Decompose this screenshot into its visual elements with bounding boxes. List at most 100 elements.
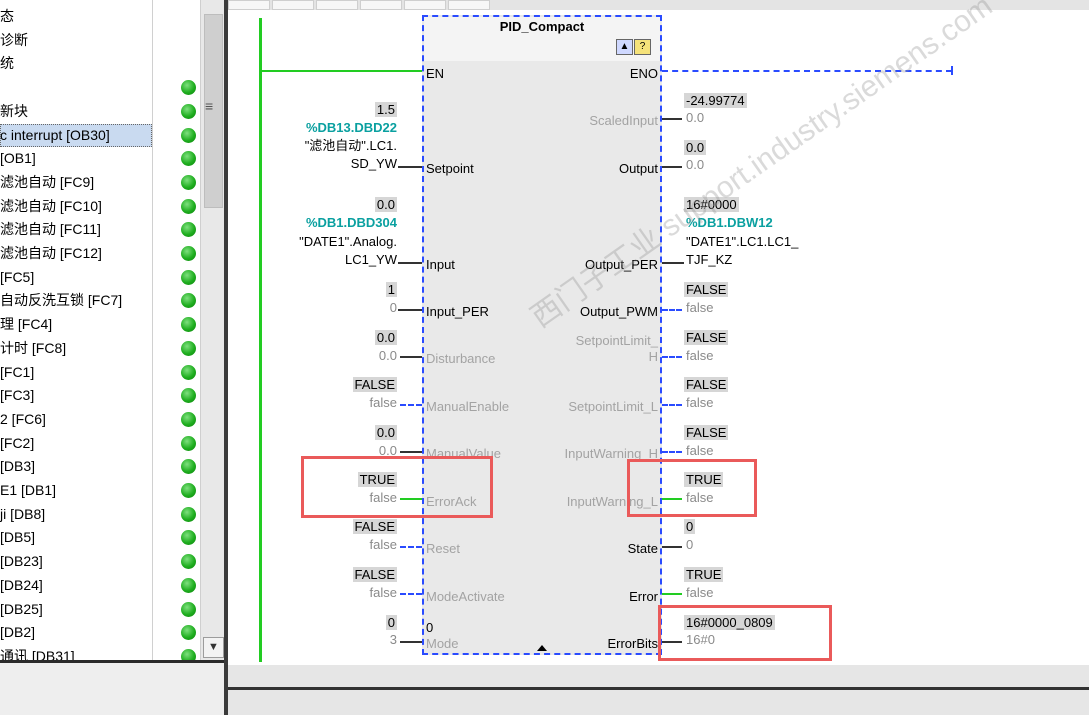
toolbar-button-5[interactable] xyxy=(404,0,446,10)
status-ok-icon xyxy=(181,151,196,166)
toolbar-button-2[interactable] xyxy=(272,0,314,10)
tree-item[interactable]: 自动反洗互锁 [FC7] xyxy=(0,289,152,312)
setpoint-address: %DB13.DBD22 xyxy=(305,120,397,135)
input-warning-h-wire xyxy=(662,451,682,453)
error-current: false xyxy=(686,585,714,600)
status-ok-icon xyxy=(181,412,196,427)
tree-item[interactable]: [DB3] xyxy=(0,455,152,478)
input-symbol-1: "DATE1".Analog. xyxy=(299,234,397,249)
pin-input-per: Input_PER xyxy=(426,304,489,319)
input-address: %DB1.DBD304 xyxy=(305,215,397,230)
input-per-wire xyxy=(398,309,422,311)
tree-item[interactable]: [DB23] xyxy=(0,550,152,573)
toolbar-button-4[interactable] xyxy=(360,0,402,10)
project-tree: 态诊断统新块 c interrupt [OB30] [OB1] 滤池自动 [FC9]… xyxy=(0,0,226,715)
tree-item[interactable]: 计时 [FC8] xyxy=(0,337,152,360)
highlight-input-warning-l xyxy=(627,459,757,517)
tree-item[interactable]: [FC1] xyxy=(0,361,152,384)
sp-limit-l-wire xyxy=(662,404,682,406)
pin-scaled-input: ScaledInput xyxy=(589,113,658,128)
pin-error: Error xyxy=(629,589,658,604)
tree-item[interactable]: ji [DB8] xyxy=(0,503,152,526)
tree-item[interactable]: [DB2] xyxy=(0,621,152,644)
tree-item[interactable]: 滤池自动 [FC12] xyxy=(0,242,152,265)
en-wire xyxy=(262,70,422,72)
manual-enable-current: false xyxy=(369,395,397,410)
input-warning-h-current: false xyxy=(686,443,714,458)
pin-setpoint-limit-h-1: SetpointLimit_ xyxy=(575,333,658,348)
tree-item[interactable]: [FC3] xyxy=(0,384,152,407)
mode-actual: 0 xyxy=(385,615,397,630)
tree-item[interactable]: c interrupt [OB30] xyxy=(0,124,152,147)
tree-scrollbar[interactable]: ≡ ▼ xyxy=(200,0,225,660)
state-actual: 0 xyxy=(684,519,696,534)
expand-block-icon[interactable] xyxy=(537,645,547,651)
pin-en: EN xyxy=(426,66,445,81)
pin-mode-activate: ModeActivate xyxy=(426,589,505,604)
tree-item[interactable]: 态 xyxy=(0,5,152,28)
help-icon[interactable]: ? xyxy=(634,39,651,55)
setpoint-actual: 1.5 xyxy=(374,102,397,117)
mode-current: 3 xyxy=(389,632,397,647)
pin-mode-value: 0 xyxy=(426,620,434,635)
tree-item[interactable]: [OB1] xyxy=(0,147,152,170)
manual-enable-wire xyxy=(400,404,422,406)
tree-item[interactable]: 滤池自动 [FC11] xyxy=(0,218,152,241)
input-actual: 0.0 xyxy=(374,197,397,212)
scroll-grip-icon: ≡ xyxy=(205,98,214,114)
tree-item[interactable]: 新块 xyxy=(0,100,152,123)
output-pwm-actual: FALSE xyxy=(684,282,729,297)
status-ok-icon xyxy=(181,199,196,214)
error-wire xyxy=(662,593,682,595)
tree-item[interactable]: 统 xyxy=(0,52,152,75)
status-ok-icon xyxy=(181,507,196,522)
tree-item[interactable]: [FC2] xyxy=(0,432,152,455)
tree-item[interactable]: [DB25] xyxy=(0,598,152,621)
input-per-actual: 1 xyxy=(385,282,397,297)
status-ok-icon xyxy=(181,554,196,569)
sp-limit-h-current: false xyxy=(686,348,714,363)
pid-compact-block[interactable]: PID_Compact ▲ ? EN Setpoint Input Input_… xyxy=(422,15,662,655)
power-rail xyxy=(259,18,262,662)
pin-output: Output xyxy=(618,161,658,176)
commissioning-icon[interactable]: ▲ xyxy=(616,39,633,55)
tree-item[interactable]: 滤池自动 [FC10] xyxy=(0,195,152,218)
toolbar-button-6[interactable] xyxy=(448,0,490,10)
pin-setpoint-limit-l: SetpointLimit_L xyxy=(568,399,658,414)
input-symbol-2: LC1_YW xyxy=(344,252,397,267)
tree-item[interactable]: 滤池自动 [FC9] xyxy=(0,171,152,194)
toolbar-button-1[interactable] xyxy=(228,0,270,10)
status-ok-icon xyxy=(181,270,196,285)
mode-activate-wire xyxy=(400,593,422,595)
pin-eno: ENO xyxy=(629,66,658,81)
scroll-down-button[interactable]: ▼ xyxy=(203,637,224,658)
tree-item[interactable] xyxy=(0,76,152,99)
sp-limit-h-actual: FALSE xyxy=(684,330,729,345)
sp-limit-l-actual: FALSE xyxy=(684,377,729,392)
toolbar-button-3[interactable] xyxy=(316,0,358,10)
tree-item[interactable]: [FC5] xyxy=(0,266,152,289)
disturbance-actual: 0.0 xyxy=(374,330,397,345)
status-ok-icon xyxy=(181,175,196,190)
tree-item[interactable]: 诊断 xyxy=(0,29,152,52)
pane-splitter[interactable] xyxy=(224,0,228,715)
input-per-current: 0 xyxy=(389,300,397,315)
state-current: 0 xyxy=(686,537,694,552)
status-ok-icon xyxy=(181,602,196,617)
pin-state: State xyxy=(627,541,658,556)
pin-setpoint: Setpoint xyxy=(426,161,474,176)
tree-item[interactable]: [DB24] xyxy=(0,574,152,597)
scaled-input-current: 0.0 xyxy=(686,110,705,125)
block-header: PID_Compact ▲ ? xyxy=(424,17,660,61)
tree-item[interactable]: [DB5] xyxy=(0,526,152,549)
tree-item[interactable]: E1 [DB1] xyxy=(0,479,152,502)
tree-item[interactable]: 理 [FC4] xyxy=(0,313,152,336)
tree-item[interactable]: 2 [FC6] xyxy=(0,408,152,431)
status-column xyxy=(152,0,201,664)
output-per-wire xyxy=(662,262,684,264)
highlight-error-bits xyxy=(658,605,832,661)
project-tree-list: 态诊断统新块 c interrupt [OB30] [OB1] 滤池自动 [FC9]… xyxy=(0,0,152,664)
pin-mode: Mode xyxy=(426,636,459,651)
input-wire xyxy=(398,262,422,264)
state-wire xyxy=(662,546,682,548)
